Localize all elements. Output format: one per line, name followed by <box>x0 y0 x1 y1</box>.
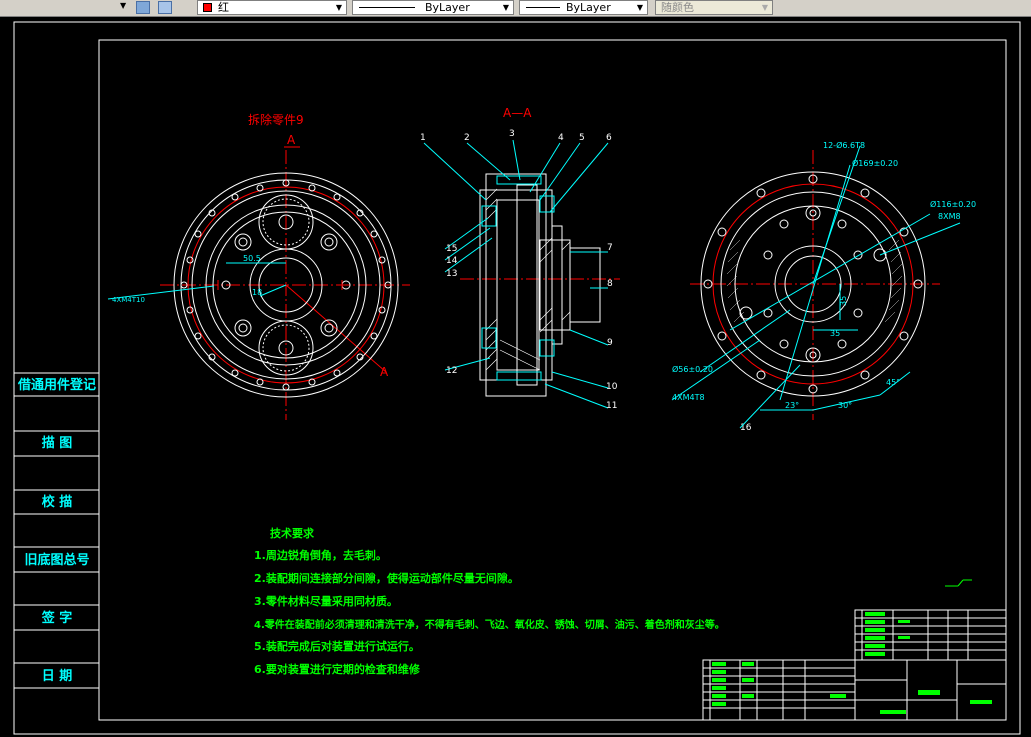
right-view: 12-Ø6.6T8 Ø169±0.20 Ø116±0.20 8XM8 Ø56±0… <box>671 140 976 429</box>
dim-23deg: 23° <box>785 401 799 410</box>
side-table-row3: 校 描 <box>42 494 73 510</box>
color-value: 红 <box>218 1 229 14</box>
linetype-value: ByLayer <box>425 1 470 14</box>
tech-req-item-3: 3.零件材料尽量采用同材质。 <box>254 594 398 608</box>
linetype-control[interactable]: ByLayer ▼ <box>352 0 514 15</box>
chevron-down-icon[interactable]: ▼ <box>634 2 646 13</box>
red-swatch-icon <box>203 3 212 12</box>
section-mark-top: A <box>287 133 296 147</box>
dim-12-holes: 12-Ø6.6T8 <box>823 140 865 150</box>
dim-45deg: 45° <box>886 378 900 387</box>
properties-toolbar: ▼ 红 ▼ ByLayer ▼ ByLayer ▼ 随颜色 ▼ <box>0 0 1031 17</box>
callout-12: 12 <box>446 366 457 376</box>
dim-d169: Ø169±0.20 <box>852 158 898 168</box>
dim-4xm4: 4XM4T8 <box>672 393 705 402</box>
chevron-down-icon[interactable]: ▼ <box>759 2 771 13</box>
color-control[interactable]: 红 ▼ <box>197 0 347 15</box>
callout-2: 2 <box>464 133 470 143</box>
callout-6: 6 <box>606 133 612 143</box>
tech-req-item-1: 1.周边锐角倒角，去毛刺。 <box>254 548 387 562</box>
chevron-down-icon[interactable]: ▼ <box>333 2 345 13</box>
tech-req-title: 技术要求 <box>270 526 315 540</box>
lineweight-sample <box>526 7 560 8</box>
lineweight-control[interactable]: ByLayer ▼ <box>519 0 648 15</box>
layer-states-icon[interactable] <box>136 1 150 14</box>
title-block-marks <box>712 612 992 714</box>
linetype-sample <box>359 7 415 8</box>
dim-d116: Ø116±0.20 <box>930 199 976 209</box>
callout-8: 8 <box>607 279 613 289</box>
callout-15: 15 <box>446 244 457 254</box>
dropdown-arrow-small[interactable]: ▼ <box>120 1 126 10</box>
technical-requirements: 技术要求 1.周边锐角倒角，去毛刺。 2.装配期间连接部分间隙，使得运动部件尽量… <box>254 526 725 676</box>
callout-5: 5 <box>579 133 585 143</box>
dim-35-vertical: 35 <box>839 296 848 306</box>
side-table-row2: 描 图 <box>42 435 73 451</box>
tech-req-item-2: 2.装配期间连接部分间隙，使得运动部件尽量无间隙。 <box>254 571 519 585</box>
dim-d56: Ø56±0.20 <box>672 364 713 374</box>
layer-previous-icon[interactable] <box>158 1 172 14</box>
lineweight-value: ByLayer <box>566 1 611 14</box>
callout-4: 4 <box>558 133 564 143</box>
plotstyle-value: 随颜色 <box>661 1 694 14</box>
dim-8xm8: 8XM8 <box>938 212 961 221</box>
dim-35-horizontal: 35 <box>830 329 840 338</box>
side-table-row1: 借通用件登记 <box>17 377 96 393</box>
side-table-row5: 签 字 <box>41 610 73 626</box>
callout-16: 16 <box>740 423 752 433</box>
drawing-canvas[interactable]: 借通用件登记 描 图 校 描 旧底图总号 签 字 日 期 拆除零件9 A A 5… <box>0 17 1031 737</box>
title-block <box>702 659 1007 721</box>
tech-req-item-4: 4.零件在装配前必须清理和清洗干净，不得有毛刺、飞边、氧化皮、锈蚀、切屑、油污、… <box>254 618 725 631</box>
roughness-mark <box>945 579 972 587</box>
remove-part-note: 拆除零件9 <box>248 112 304 127</box>
side-table-row6: 日 期 <box>42 669 73 684</box>
callout-1: 1 <box>420 133 426 143</box>
dim-18: 18 <box>252 288 262 297</box>
callout-11: 11 <box>606 401 617 411</box>
callout-14: 14 <box>446 256 458 266</box>
section-title: A—A <box>503 106 532 120</box>
callout-10: 10 <box>606 382 618 392</box>
dim-30deg: 30° <box>838 401 852 410</box>
left-view: 拆除零件9 A A 50.5 18 4XM4T10 <box>107 112 410 420</box>
tech-req-item-5: 5.装配完成后对装置进行试运行。 <box>254 639 420 653</box>
callout-7: 7 <box>607 243 613 253</box>
callout-3: 3 <box>509 129 515 139</box>
side-table <box>14 372 99 689</box>
dim-50-5: 50.5 <box>243 254 261 263</box>
left-hole-note: 4XM4T10 <box>112 296 145 304</box>
side-table-row4: 旧底图总号 <box>24 552 89 568</box>
tech-req-item-6: 6.要对装置进行定期的检查和维修 <box>254 662 421 676</box>
section-mark-bottom: A <box>380 365 389 379</box>
callout-13: 13 <box>446 269 457 279</box>
callout-9: 9 <box>607 338 613 348</box>
plotstyle-control[interactable]: 随颜色 ▼ <box>655 0 773 15</box>
chevron-down-icon[interactable]: ▼ <box>500 2 512 13</box>
